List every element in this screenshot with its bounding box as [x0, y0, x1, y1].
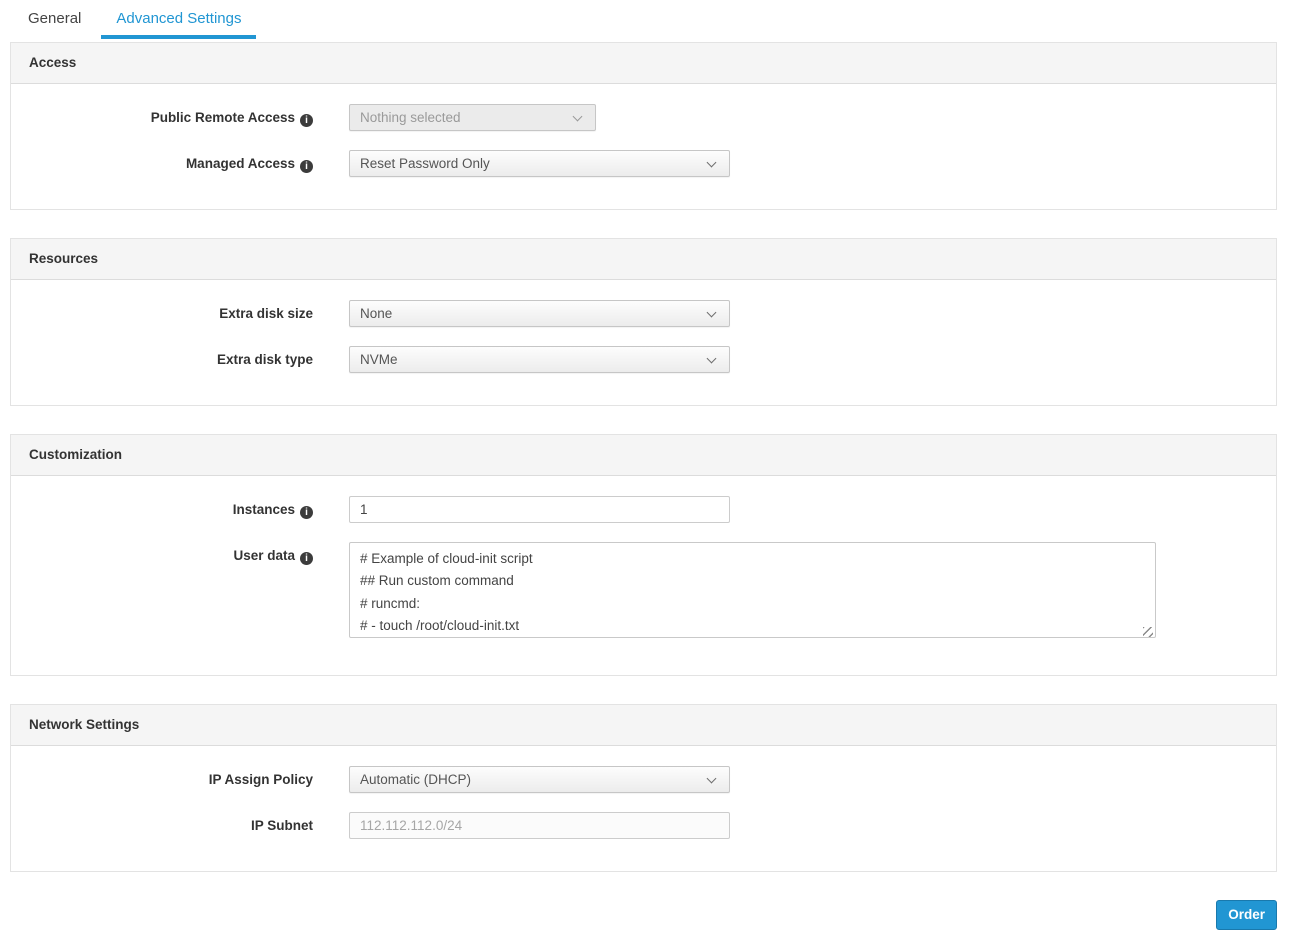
- info-icon[interactable]: i: [300, 552, 313, 565]
- managed-access-control: Reset Password Only: [349, 150, 730, 177]
- extra-disk-type-select[interactable]: NVMe: [349, 346, 730, 373]
- info-icon[interactable]: i: [300, 506, 313, 519]
- chevron-down-icon: [573, 112, 583, 122]
- chevron-down-icon: [707, 308, 717, 318]
- customization-section-title: Customization: [11, 435, 1276, 476]
- customization-section-body: Instances i User data i # Example of cloud…: [11, 476, 1276, 675]
- public-remote-access-control: Nothing selected: [349, 104, 596, 131]
- managed-access-select[interactable]: Reset Password Only: [349, 150, 730, 177]
- instances-label-text: Instances: [233, 502, 295, 517]
- tab-advanced-settings[interactable]: Advanced Settings: [101, 4, 256, 39]
- chevron-down-icon: [707, 354, 717, 364]
- network-settings-section-title: Network Settings: [11, 705, 1276, 746]
- tab-general[interactable]: General: [8, 4, 101, 39]
- public-remote-access-label-text: Public Remote Access: [151, 110, 295, 125]
- managed-access-label-text: Managed Access: [186, 156, 295, 171]
- extra-disk-size-control: None: [349, 300, 730, 327]
- user-data-textarea[interactable]: # Example of cloud-init script ## Run cu…: [349, 542, 1156, 638]
- form-footer: Order: [0, 900, 1277, 930]
- chevron-down-icon: [707, 158, 717, 168]
- ip-subnet-label: IP Subnet: [11, 812, 313, 839]
- tab-bar: General Advanced Settings: [0, 0, 1293, 39]
- access-section-title: Access: [11, 43, 1276, 84]
- instances-input[interactable]: [349, 496, 730, 523]
- managed-access-label: Managed Access i: [11, 150, 313, 177]
- ip-subnet-control: [349, 812, 730, 839]
- resources-section-body: Extra disk size None Extra disk type NVM…: [11, 280, 1276, 405]
- user-data-label-text: User data: [233, 548, 295, 563]
- ip-assign-policy-row: IP Assign Policy Automatic (DHCP): [11, 766, 1276, 793]
- ip-assign-policy-value: Automatic (DHCP): [360, 772, 471, 787]
- info-icon[interactable]: i: [300, 160, 313, 173]
- ip-assign-policy-select[interactable]: Automatic (DHCP): [349, 766, 730, 793]
- user-data-row: User data i # Example of cloud-init scrip…: [11, 542, 1276, 643]
- managed-access-value: Reset Password Only: [360, 156, 490, 171]
- resources-section: Resources Extra disk size None Extra dis…: [10, 238, 1277, 406]
- resources-section-title: Resources: [11, 239, 1276, 280]
- public-remote-access-value: Nothing selected: [360, 110, 461, 125]
- extra-disk-size-row: Extra disk size None: [11, 300, 1276, 327]
- extra-disk-size-select[interactable]: None: [349, 300, 730, 327]
- customization-section: Customization Instances i User data i # Ex…: [10, 434, 1277, 676]
- public-remote-access-row: Public Remote Access i Nothing selected: [11, 104, 1276, 131]
- extra-disk-type-row: Extra disk type NVMe: [11, 346, 1276, 373]
- access-section-body: Public Remote Access i Nothing selected M…: [11, 84, 1276, 209]
- info-icon-glyph: i: [305, 552, 308, 565]
- ip-subnet-input: [349, 812, 730, 839]
- extra-disk-type-label: Extra disk type: [11, 346, 313, 373]
- order-button[interactable]: Order: [1216, 900, 1277, 930]
- info-icon-glyph: i: [305, 506, 308, 519]
- access-section: Access Public Remote Access i Nothing sel…: [10, 42, 1277, 210]
- ip-subnet-row: IP Subnet: [11, 812, 1276, 839]
- public-remote-access-select[interactable]: Nothing selected: [349, 104, 596, 131]
- order-form-page: General Advanced Settings Access Public …: [0, 0, 1293, 930]
- extra-disk-size-value: None: [360, 306, 392, 321]
- info-icon[interactable]: i: [300, 114, 313, 127]
- instances-control: [349, 496, 730, 523]
- managed-access-row: Managed Access i Reset Password Only: [11, 150, 1276, 177]
- chevron-down-icon: [707, 774, 717, 784]
- user-data-control: # Example of cloud-init script ## Run cu…: [349, 542, 1156, 643]
- instances-label: Instances i: [11, 496, 313, 523]
- extra-disk-type-value: NVMe: [360, 352, 398, 367]
- info-icon-glyph: i: [305, 160, 308, 173]
- extra-disk-type-control: NVMe: [349, 346, 730, 373]
- ip-assign-policy-control: Automatic (DHCP): [349, 766, 730, 793]
- network-settings-section: Network Settings IP Assign Policy Automa…: [10, 704, 1277, 872]
- instances-row: Instances i: [11, 496, 1276, 523]
- ip-assign-policy-label: IP Assign Policy: [11, 766, 313, 793]
- extra-disk-size-label: Extra disk size: [11, 300, 313, 327]
- public-remote-access-label: Public Remote Access i: [11, 104, 313, 131]
- user-data-label: User data i: [11, 542, 313, 569]
- network-settings-section-body: IP Assign Policy Automatic (DHCP) IP Sub…: [11, 746, 1276, 871]
- info-icon-glyph: i: [305, 114, 308, 127]
